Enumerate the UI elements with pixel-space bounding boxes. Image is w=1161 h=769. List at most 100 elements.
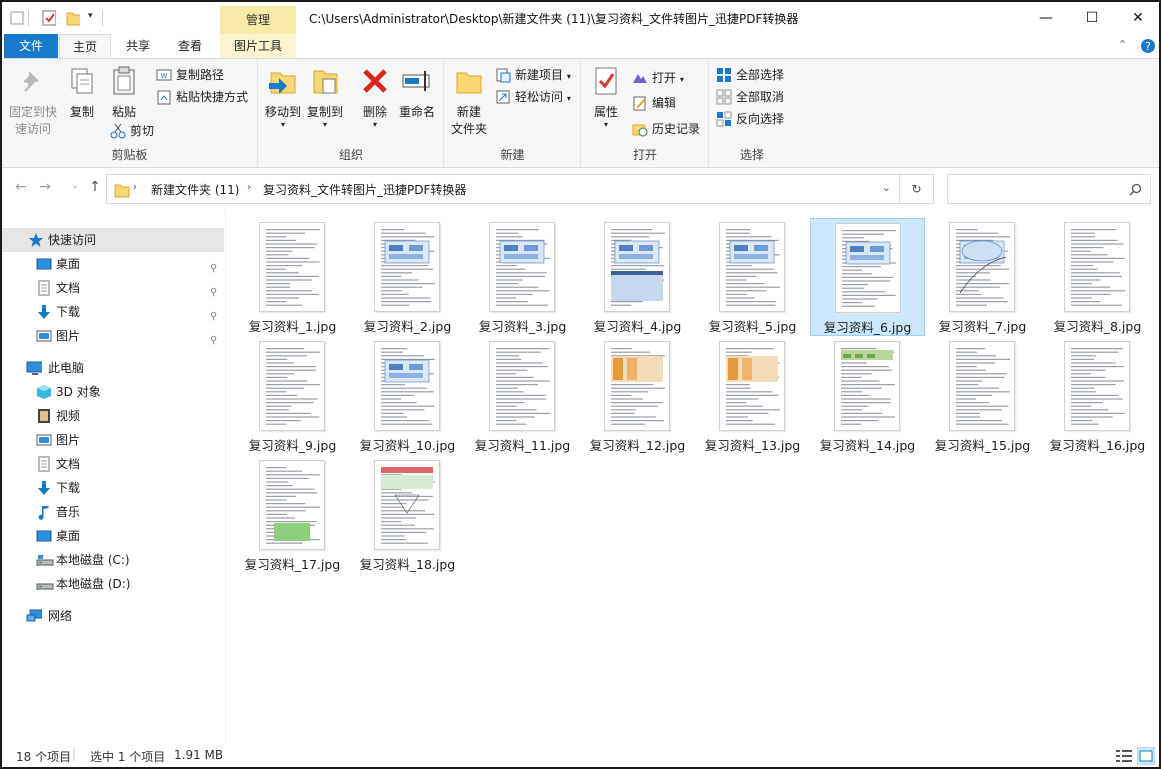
- file-item[interactable]: 复习资料_17.jpg: [235, 456, 350, 574]
- sidebar-item-quick-access[interactable]: 快速访问: [2, 228, 224, 252]
- refresh-button[interactable]: ↻: [900, 174, 934, 204]
- file-name: 复习资料_4.jpg: [593, 319, 682, 334]
- select-none-button[interactable]: 全部取消: [716, 87, 784, 107]
- file-name: 复习资料_14.jpg: [819, 438, 916, 453]
- new-folder-icon[interactable]: [66, 10, 80, 26]
- properties-button[interactable]: 属性 ▾: [588, 65, 624, 129]
- address-bar[interactable]: › 新建文件夹 (11) › 复习资料_文件转图片_迅捷PDF转换器 ⌄: [106, 174, 900, 204]
- invert-selection-label: 反向选择: [736, 112, 785, 126]
- maximize-button[interactable]: ☐: [1069, 2, 1115, 34]
- pin-icon[interactable]: ⚲: [210, 305, 220, 322]
- sidebar-item-qa-desktop[interactable]: 桌面 ⚲: [2, 252, 224, 276]
- file-item[interactable]: 复习资料_10.jpg: [350, 337, 465, 455]
- sidebar-item-3d-objects[interactable]: 3D 对象: [2, 380, 224, 404]
- file-item[interactable]: 复习资料_16.jpg: [1040, 337, 1155, 455]
- sidebar-label: 图片: [56, 329, 81, 343]
- sidebar-item-videos[interactable]: 视频: [2, 404, 224, 428]
- up-arrow-icon[interactable]: ↑: [86, 179, 104, 199]
- paste-shortcut-icon: [157, 90, 171, 105]
- edit-button[interactable]: 编辑: [632, 93, 676, 113]
- manage-context-tab[interactable]: 管理: [220, 6, 296, 34]
- history-button[interactable]: 历史记录: [632, 119, 700, 139]
- breadcrumb-folder-11[interactable]: 新建文件夹 (11): [151, 181, 239, 198]
- sidebar-item-network[interactable]: 网络: [2, 604, 224, 628]
- tab-file[interactable]: 文件: [4, 34, 58, 58]
- separator: [28, 10, 29, 26]
- file-item[interactable]: 复习资料_15.jpg: [925, 337, 1040, 455]
- file-item[interactable]: 复习资料_1.jpg: [235, 218, 350, 336]
- rename-button[interactable]: 重命名: [395, 65, 439, 121]
- folder-icon: [10, 11, 24, 25]
- delete-button[interactable]: 删除 ▾: [357, 65, 393, 129]
- tab-view[interactable]: 查看: [164, 34, 216, 58]
- collapse-ribbon-icon[interactable]: ⌃: [1118, 38, 1127, 51]
- move-to-button[interactable]: 移动到 ▾: [263, 65, 303, 129]
- file-item[interactable]: 复习资料_8.jpg: [1040, 218, 1155, 336]
- file-item[interactable]: 复习资料_11.jpg: [465, 337, 580, 455]
- breadcrumb-current[interactable]: 复习资料_文件转图片_迅捷PDF转换器: [263, 181, 466, 198]
- sidebar-item-desktop[interactable]: 桌面: [2, 524, 224, 548]
- open-button[interactable]: 打开 ▾: [632, 68, 684, 88]
- file-item[interactable]: 复习资料_3.jpg: [465, 218, 580, 336]
- cut-button[interactable]: 剪切: [110, 121, 154, 141]
- refresh-icon: ↻: [911, 182, 922, 196]
- address-dropdown-icon[interactable]: ⌄: [882, 181, 891, 194]
- status-bar: 18 个项目 | 选中 1 个项目 1.91 MB: [2, 744, 1159, 767]
- file-item[interactable]: 复习资料_13.jpg: [695, 337, 810, 455]
- pin-icon[interactable]: ⚲: [210, 329, 220, 346]
- sidebar-item-qa-pictures[interactable]: 图片 ⚲: [2, 324, 224, 348]
- select-all-button[interactable]: 全部选择: [716, 65, 784, 85]
- file-item[interactable]: 复习资料_7.jpg: [925, 218, 1040, 336]
- tab-share[interactable]: 共享: [112, 34, 164, 58]
- sidebar-item-music[interactable]: 音乐: [2, 500, 224, 524]
- image-thumbnail: [835, 223, 901, 313]
- sidebar-item-pictures[interactable]: 图片: [2, 428, 224, 452]
- pin-icon[interactable]: ⚲: [210, 281, 220, 298]
- file-item[interactable]: 复习资料_2.jpg: [350, 218, 465, 336]
- tab-home[interactable]: 主页: [59, 34, 111, 59]
- file-item[interactable]: 复习资料_14.jpg: [810, 337, 925, 455]
- sidebar-item-this-pc[interactable]: 此电脑: [2, 356, 224, 380]
- help-icon[interactable]: ?: [1140, 38, 1156, 54]
- copy-button[interactable]: 复制: [64, 65, 100, 121]
- back-arrow-icon[interactable]: ←: [12, 179, 30, 199]
- new-folder-button[interactable]: 新建 文件夹: [449, 65, 489, 138]
- file-item[interactable]: 复习资料_18.jpg: [350, 456, 465, 574]
- image-thumbnail: [604, 222, 670, 312]
- search-input[interactable]: [947, 174, 1151, 204]
- sidebar-item-qa-downloads[interactable]: 下载 ⚲: [2, 300, 224, 324]
- copy-to-button[interactable]: 复制到 ▾: [305, 65, 345, 129]
- paste-shortcut-button[interactable]: 粘贴快捷方式: [156, 87, 248, 107]
- easy-access-label: 轻松访问: [515, 90, 564, 104]
- file-item[interactable]: 复习资料_6.jpg: [810, 218, 925, 336]
- sidebar-item-documents[interactable]: 文档: [2, 452, 224, 476]
- sidebar-item-downloads[interactable]: 下载: [2, 476, 224, 500]
- easy-access-button[interactable]: 轻松访问 ▾: [495, 87, 571, 107]
- paste-button[interactable]: 粘贴: [106, 65, 142, 121]
- file-item[interactable]: 复习资料_9.jpg: [235, 337, 350, 455]
- properties-icon[interactable]: [42, 10, 56, 26]
- forward-arrow-icon[interactable]: →: [36, 179, 54, 199]
- sidebar-item-qa-documents[interactable]: 文档 ⚲: [2, 276, 224, 300]
- sidebar-item-local-disk-c[interactable]: 本地磁盘 (C:): [2, 548, 224, 572]
- details-view-icon[interactable]: [1115, 748, 1133, 764]
- large-icons-view-icon[interactable]: [1137, 747, 1155, 765]
- new-group: 新建 文件夹 新建项目 ▾ 轻松访问 ▾ 新建: [445, 59, 581, 167]
- minimize-button[interactable]: —: [1023, 2, 1069, 34]
- new-item-button[interactable]: 新建项目 ▾: [495, 65, 571, 85]
- tab-picture-tools[interactable]: 图片工具: [220, 34, 296, 58]
- sidebar-item-local-disk-d[interactable]: 本地磁盘 (D:): [2, 572, 224, 596]
- close-button[interactable]: ✕: [1115, 2, 1159, 34]
- file-item[interactable]: 复习资料_5.jpg: [695, 218, 810, 336]
- copy-path-button[interactable]: W 复制路径: [156, 65, 224, 85]
- pin-to-quick-access-button[interactable]: 固定到快 速访问: [6, 65, 60, 138]
- file-item[interactable]: 复习资料_12.jpg: [580, 337, 695, 455]
- recent-locations-icon[interactable]: ⌄: [66, 181, 84, 201]
- invert-selection-button[interactable]: 反向选择: [716, 109, 784, 129]
- customize-quick-access-icon[interactable]: ▾: [88, 11, 102, 27]
- sidebar-label: 本地磁盘 (D:): [56, 577, 131, 591]
- image-thumbnail: [719, 341, 785, 431]
- file-item[interactable]: 复习资料_4.jpg: [580, 218, 695, 336]
- image-thumbnail: [259, 222, 325, 312]
- pin-icon[interactable]: ⚲: [210, 257, 220, 274]
